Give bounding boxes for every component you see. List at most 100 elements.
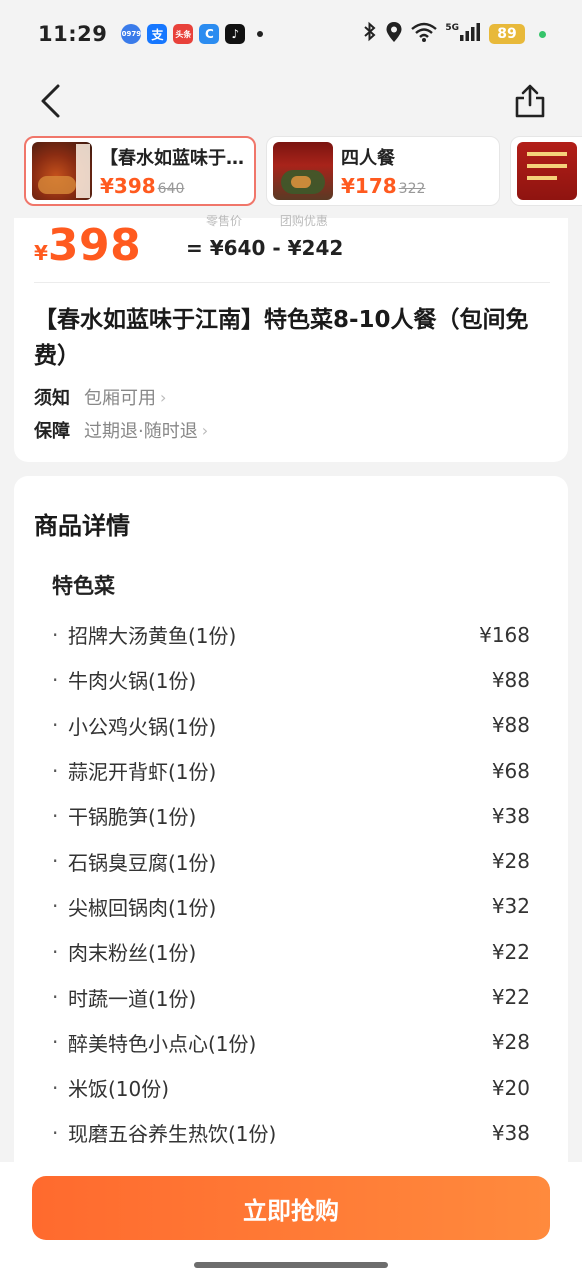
package-price: ¥398 <box>100 174 156 198</box>
menu-item: · 醉美特色小点心(1份) ¥28 <box>52 1020 530 1065</box>
guarantee-label: 保障 <box>34 421 70 442</box>
menu-item: · 米饭(10份) ¥20 <box>52 1065 530 1110</box>
bottom-action-bar: 立即抢购 <box>0 1162 582 1280</box>
package-original-price: 322 <box>398 181 426 197</box>
chevron-right-icon: › <box>160 387 167 407</box>
bullet: · <box>52 939 59 964</box>
app-icon-1: 0979 <box>121 24 142 44</box>
package-info: 【春水如蓝味于… ¥398 640 <box>100 144 248 198</box>
network-type: 5G <box>445 23 459 33</box>
details-title: 商品详情 <box>34 512 130 540</box>
app-icon-4: C <box>199 24 220 44</box>
product-details-card: 商品详情 特色菜 · 招牌大汤黄鱼(1份) ¥168 · 牛肉火锅(1份) ¥88 · 小… <box>14 476 568 1176</box>
bullet: · <box>52 1030 59 1055</box>
menu-item-name: 石锅臭豆腐(1份) <box>68 850 217 875</box>
menu-item: · 小公鸡火锅(1份) ¥88 <box>52 703 530 748</box>
notice-value: 包厢可用 <box>84 388 156 409</box>
bullet: · <box>52 803 59 828</box>
guarantee-value: 过期退·随时退 <box>84 421 198 442</box>
menu-item: · 蒜泥开背虾(1份) ¥68 <box>52 748 530 793</box>
package-price-row: ¥398 640 <box>100 174 248 198</box>
menu-item-name: 现磨五谷养生热饮(1份) <box>68 1122 277 1147</box>
menu-item-name: 肉末粉丝(1份) <box>68 941 197 966</box>
menu-item-price: ¥22 <box>491 985 530 1010</box>
bullet: · <box>52 985 59 1010</box>
menu-item-price: ¥88 <box>491 667 530 692</box>
chevron-right-icon: › <box>201 420 209 440</box>
package-price-row: ¥178 322 <box>341 174 491 198</box>
signal-icon <box>459 22 481 46</box>
tiktok-icon: ♪ <box>225 24 246 44</box>
package-thumbnail <box>517 142 577 200</box>
menu-item: · 肉末粉丝(1份) ¥22 <box>52 929 530 974</box>
caption-discount: 团购优惠 <box>279 214 328 228</box>
menu-item-price: ¥28 <box>491 849 530 874</box>
menu-item: · 干锅脆笋(1份) ¥38 <box>52 793 530 838</box>
bluetooth-icon <box>363 21 377 47</box>
notice-row[interactable]: 须知 包厢可用 › <box>34 384 166 410</box>
menu-item-price: ¥28 <box>491 1030 530 1055</box>
menu-item-price: ¥38 <box>491 1120 530 1145</box>
caption-original-price: 零售价 <box>206 214 243 228</box>
package-thumbnail <box>32 142 92 200</box>
menu-item-name: 小公鸡火锅(1份) <box>68 714 217 739</box>
status-time: 11:29 <box>38 22 108 46</box>
menu-item-list: · 招牌大汤黄鱼(1份) ¥168 · 牛肉火锅(1份) ¥88 · 小公鸡火锅(1份) ¥… <box>52 612 530 1156</box>
guarantee-row[interactable]: 保障 过期退·随时退 › <box>34 417 208 443</box>
toutiao-icon: 头条 <box>173 24 194 44</box>
nav-bar <box>0 68 582 134</box>
menu-item-name: 干锅脆笋(1份) <box>68 805 197 830</box>
bullet: · <box>52 1075 59 1100</box>
bullet: · <box>52 667 59 692</box>
package-name: 四人餐 <box>341 148 395 169</box>
deal-summary-card: 零售价 团购优惠 ¥ 398 = ¥640 - ¥242 【春水如蓝味于江南】特… <box>14 214 568 462</box>
menu-item-name: 尖椒回锅肉(1份) <box>68 895 217 920</box>
group-title: 特色菜 <box>52 574 115 598</box>
back-button[interactable] <box>30 80 70 122</box>
package-option-selected[interactable]: 【春水如蓝味于… ¥398 640 <box>24 136 256 206</box>
package-price: ¥178 <box>341 174 397 198</box>
bullet: · <box>52 713 59 738</box>
menu-item-name: 米饭(10份) <box>68 1077 170 1102</box>
bullet: · <box>52 1120 59 1145</box>
deal-title: 【春水如蓝味于江南】特色菜8-10人餐（包间免费） <box>34 307 529 369</box>
price-captions: 零售价 团购优惠 <box>206 212 362 229</box>
menu-item-name: 牛肉火锅(1份) <box>68 669 197 694</box>
chevron-left-icon <box>41 84 60 118</box>
share-icon <box>515 84 545 118</box>
menu-item: · 招牌大汤黄鱼(1份) ¥168 <box>52 612 530 657</box>
menu-item-price: ¥32 <box>491 894 530 919</box>
deal-price-value: 398 <box>47 220 142 271</box>
bullet: · <box>52 758 59 783</box>
bullet: · <box>52 622 59 647</box>
location-icon <box>385 21 403 47</box>
menu-item-name: 时蔬一道(1份) <box>68 986 197 1011</box>
menu-item-name: 醉美特色小点心(1份) <box>68 1031 257 1056</box>
menu-item-price: ¥88 <box>491 713 530 738</box>
wifi-icon <box>411 22 438 46</box>
buy-now-button[interactable]: 立即抢购 <box>32 1176 550 1240</box>
status-bar: 11:29 0979 支 头条 C ♪ 5G 89 <box>0 0 582 68</box>
package-option[interactable]: 四人餐 ¥178 322 <box>266 136 500 206</box>
menu-item-price: ¥168 <box>479 622 530 647</box>
package-selector: 【春水如蓝味于… ¥398 640 四人餐 ¥178 322 <box>0 134 582 218</box>
more-notifications-dot <box>257 31 264 37</box>
menu-item-price: ¥38 <box>491 803 530 828</box>
notice-label: 须知 <box>34 388 70 409</box>
home-indicator[interactable] <box>194 1262 388 1268</box>
package-option-partial[interactable] <box>510 136 582 206</box>
package-thumbnail <box>273 142 333 200</box>
status-app-icons: 0979 支 头条 C ♪ <box>121 24 264 44</box>
currency-symbol: ¥ <box>34 241 48 265</box>
menu-item: · 石锅臭豆腐(1份) ¥28 <box>52 838 530 883</box>
menu-item: · 时蔬一道(1份) ¥22 <box>52 974 530 1019</box>
menu-item-name: 招牌大汤黄鱼(1份) <box>68 624 237 649</box>
bullet: · <box>52 849 59 874</box>
share-button[interactable] <box>510 80 550 122</box>
menu-item: · 牛肉火锅(1份) ¥88 <box>52 657 530 702</box>
menu-item-price: ¥20 <box>491 1075 530 1100</box>
package-name: 【春水如蓝味于… <box>100 148 244 169</box>
menu-item-name: 蒜泥开背虾(1份) <box>68 760 217 785</box>
menu-item: · 尖椒回锅肉(1份) ¥32 <box>52 884 530 929</box>
bullet: · <box>52 894 59 919</box>
